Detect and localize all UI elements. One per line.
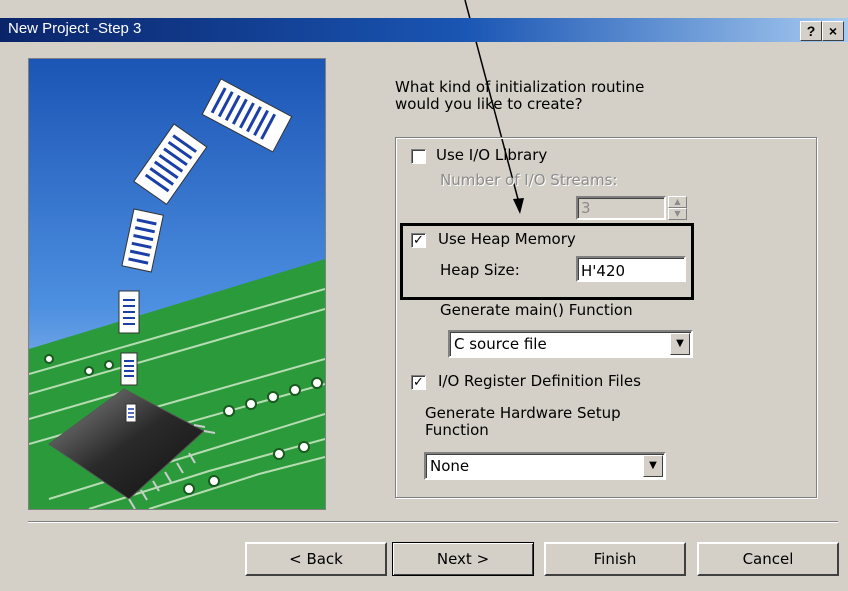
close-button[interactable]: × bbox=[822, 21, 844, 41]
io-library-checkbox[interactable] bbox=[411, 149, 426, 164]
cancel-button[interactable]: Cancel bbox=[697, 542, 839, 576]
io-register-checkbox[interactable]: ✓ bbox=[411, 375, 426, 390]
io-library-label: Use I/O Library bbox=[436, 146, 548, 164]
io-register-label: I/O Register Definition Files bbox=[438, 372, 641, 390]
chevron-down-icon[interactable]: ▼ bbox=[670, 333, 690, 355]
main-function-dropdown[interactable]: C source file ▼ bbox=[448, 330, 693, 358]
wizard-illustration bbox=[28, 58, 326, 510]
back-button[interactable]: < Back bbox=[245, 542, 387, 576]
io-streams-label: Number of I/O Streams: bbox=[440, 171, 618, 189]
button-separator bbox=[28, 521, 838, 523]
main-function-label: Generate main() Function bbox=[440, 301, 633, 319]
spin-down-button[interactable]: ▼ bbox=[668, 208, 687, 220]
io-streams-field[interactable]: 3 bbox=[576, 196, 666, 220]
window-title: New Project -Step 3 bbox=[8, 20, 142, 37]
help-button[interactable]: ? bbox=[800, 21, 822, 41]
hardware-setup-label: Generate Hardware Setup Function bbox=[425, 404, 621, 439]
finish-button[interactable]: Finish bbox=[544, 542, 686, 576]
spin-up-button[interactable]: ▲ bbox=[668, 196, 687, 208]
main-function-value: C source file bbox=[454, 335, 547, 353]
hardware-setup-dropdown[interactable]: None ▼ bbox=[424, 452, 666, 480]
annotation-highlight-box bbox=[400, 223, 694, 300]
title-bar: New Project -Step 3 ? × bbox=[0, 18, 848, 42]
chevron-down-icon[interactable]: ▼ bbox=[643, 455, 663, 477]
next-button[interactable]: Next > bbox=[392, 542, 534, 576]
hardware-setup-value: None bbox=[430, 457, 470, 475]
wizard-prompt: What kind of initialization routine woul… bbox=[395, 78, 645, 113]
